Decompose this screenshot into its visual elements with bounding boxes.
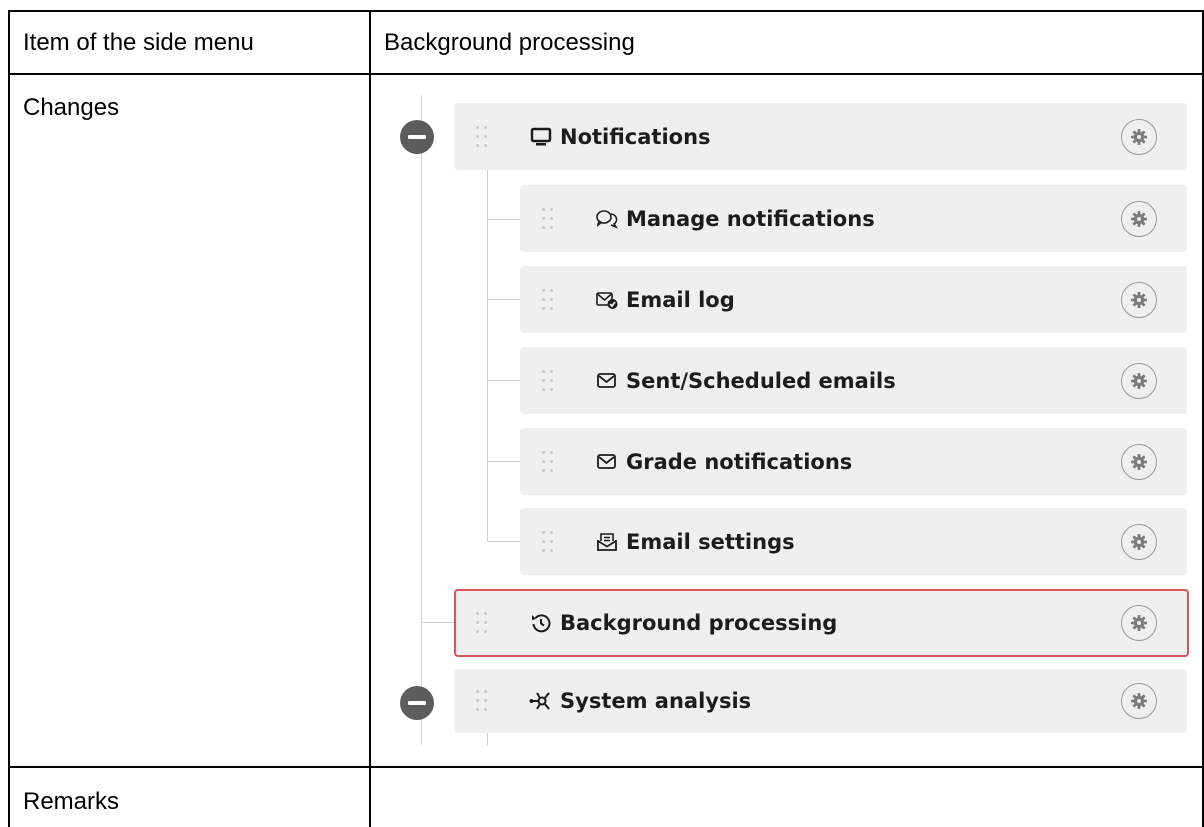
- table-border-top: [8, 10, 1204, 12]
- menu-item-label: Manage notifications: [626, 206, 875, 231]
- collapse-notifications-button[interactable]: [400, 120, 434, 154]
- settings-gear-button[interactable]: [1121, 443, 1157, 480]
- history-icon: [528, 610, 554, 636]
- gear-icon: [1131, 453, 1147, 470]
- settings-gear-button[interactable]: [1121, 605, 1157, 641]
- tree-branch: [487, 461, 520, 462]
- table-border-middle: [369, 10, 371, 827]
- tree-line-system-analysis: [487, 733, 488, 745]
- table-border-row1: [8, 73, 1204, 75]
- envelope-icon: [594, 368, 620, 394]
- table-border-left: [8, 10, 10, 827]
- drag-handle-icon[interactable]: [542, 288, 554, 311]
- settings-gear-button[interactable]: [1121, 362, 1157, 399]
- tree-line-root: [421, 95, 422, 745]
- drag-handle-icon[interactable]: [476, 125, 488, 148]
- gear-icon: [1131, 210, 1147, 227]
- menu-item-notifications[interactable]: Notifications: [454, 103, 1187, 170]
- mail-settings-icon: [594, 529, 620, 555]
- envelope-icon: [594, 449, 620, 475]
- menu-item-system-analysis[interactable]: System analysis: [454, 669, 1187, 733]
- gear-icon: [1131, 693, 1147, 709]
- collapse-system-analysis-button[interactable]: [400, 686, 434, 720]
- monitor-icon: [528, 124, 554, 150]
- menu-item-sent-scheduled-emails[interactable]: Sent/Scheduled emails: [520, 347, 1187, 414]
- row-label-side-menu-item: Item of the side menu: [23, 29, 254, 56]
- settings-gear-button[interactable]: [1121, 523, 1157, 560]
- menu-item-label: Background processing: [560, 611, 838, 635]
- menu-item-grade-notifications[interactable]: Grade notifications: [520, 428, 1187, 495]
- menu-item-label: Sent/Scheduled emails: [626, 368, 896, 393]
- menu-item-label: Email log: [626, 287, 735, 312]
- chat-bubbles-icon: [594, 206, 620, 232]
- menu-item-label: Grade notifications: [626, 449, 853, 474]
- menu-item-label: Email settings: [626, 529, 795, 554]
- drag-handle-icon[interactable]: [476, 612, 488, 634]
- settings-gear-button[interactable]: [1121, 683, 1157, 719]
- tree-branch: [487, 299, 520, 300]
- settings-gear-button[interactable]: [1121, 281, 1157, 318]
- table-border-row2: [8, 766, 1204, 768]
- tree-branch: [421, 622, 454, 623]
- drag-handle-icon[interactable]: [542, 369, 554, 392]
- menu-item-email-settings[interactable]: Email settings: [520, 508, 1187, 575]
- drag-handle-icon[interactable]: [542, 450, 554, 473]
- menu-item-background-processing[interactable]: Background processing: [454, 589, 1189, 657]
- menu-item-label: System analysis: [560, 689, 752, 713]
- drag-handle-icon[interactable]: [542, 530, 554, 553]
- settings-gear-button[interactable]: [1121, 118, 1157, 155]
- tree-branch: [487, 380, 520, 381]
- row-label-remarks: Remarks: [23, 788, 120, 815]
- gear-icon: [1131, 615, 1147, 631]
- mail-check-icon: [594, 287, 620, 313]
- menu-item-manage-notifications[interactable]: Manage notifications: [520, 185, 1187, 252]
- gear-icon: [1131, 533, 1147, 550]
- tree-line-notifications: [487, 170, 488, 542]
- drag-handle-icon[interactable]: [476, 690, 488, 712]
- row-value-side-menu-item: Background processing: [384, 29, 635, 56]
- menu-item-email-log[interactable]: Email log: [520, 266, 1187, 333]
- drag-handle-icon[interactable]: [542, 207, 554, 230]
- settings-gear-button[interactable]: [1121, 200, 1157, 237]
- network-icon: [528, 688, 554, 714]
- gear-icon: [1131, 128, 1147, 145]
- gear-icon: [1131, 372, 1147, 389]
- tree-branch: [487, 541, 520, 542]
- gear-icon: [1131, 291, 1147, 308]
- menu-item-label: Notifications: [560, 124, 711, 149]
- tree-branch: [487, 219, 520, 220]
- row-label-changes: Changes: [23, 94, 120, 121]
